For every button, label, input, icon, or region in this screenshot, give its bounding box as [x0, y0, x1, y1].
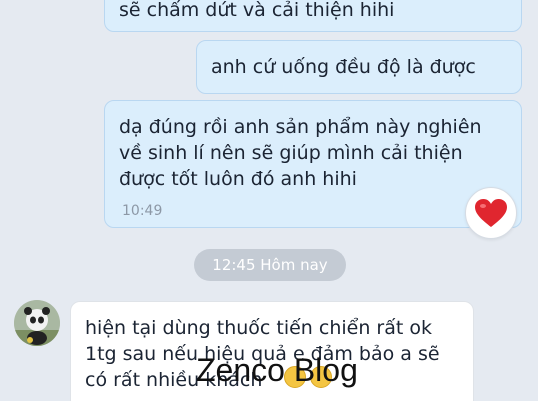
- date-separator: 12:45 Hôm nay: [194, 249, 346, 281]
- outgoing-message-bubble[interactable]: sẽ chấm dứt và cải thiện hihi: [104, 0, 522, 32]
- message-text: anh cứ uống đều độ là được: [211, 56, 476, 78]
- panda-avatar-icon: [14, 300, 60, 346]
- outgoing-message-bubble[interactable]: dạ đúng rồi anh sản phẩm này nghiên về s…: [104, 100, 522, 228]
- avatar[interactable]: [14, 300, 60, 346]
- message-reaction[interactable]: [465, 187, 517, 239]
- message-text: sẽ chấm dứt và cải thiện hihi: [119, 0, 395, 21]
- outgoing-message-bubble[interactable]: anh cứ uống đều độ là được: [196, 40, 522, 94]
- watermark: Zenco Blog: [196, 352, 358, 388]
- message-timestamp: 10:49: [122, 203, 163, 219]
- message-text: dạ đúng rồi anh sản phẩm này nghiên về s…: [119, 116, 482, 190]
- heart-icon: [475, 199, 507, 227]
